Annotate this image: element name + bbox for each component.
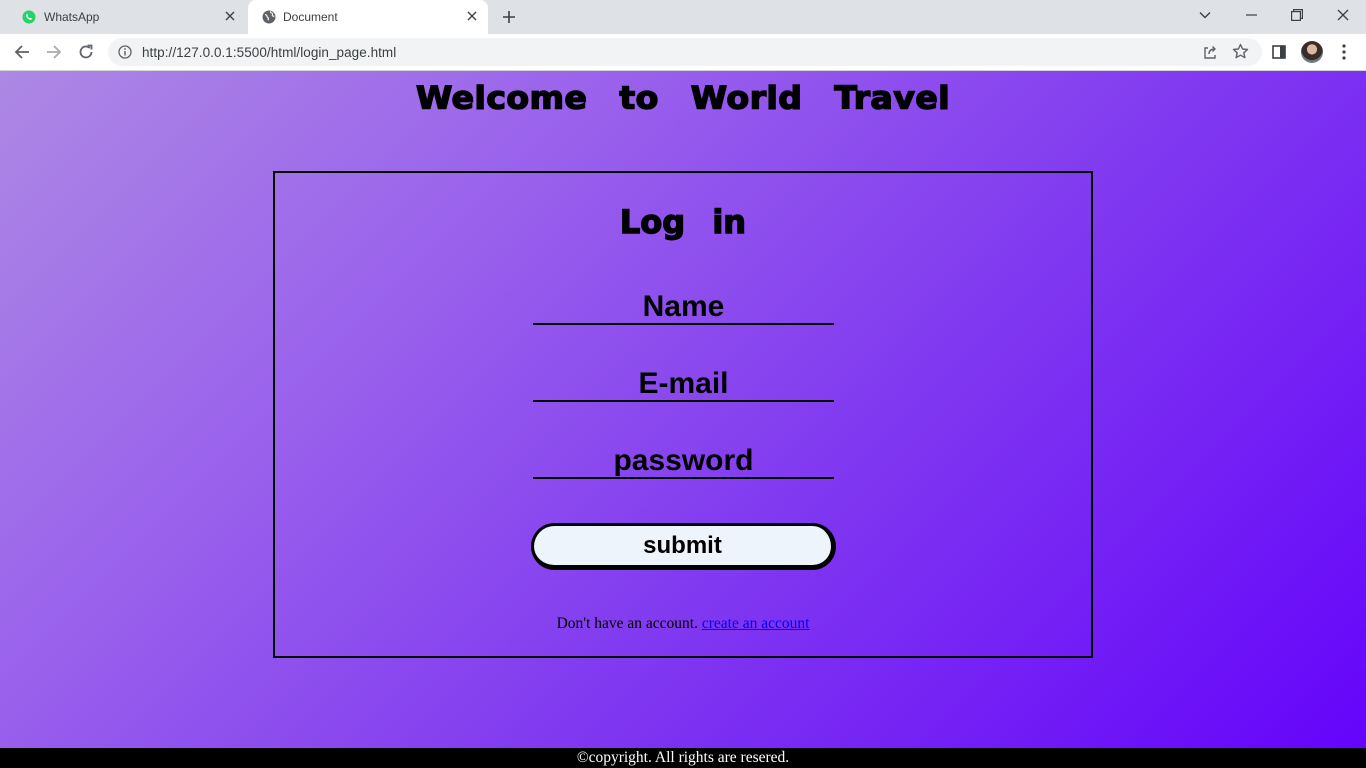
minimize-button[interactable]: [1228, 0, 1274, 30]
tab-title: Document: [283, 10, 338, 24]
tab-whatsapp[interactable]: WhatsApp: [8, 0, 246, 34]
reload-icon: [79, 44, 93, 59]
whatsapp-icon: [22, 10, 36, 24]
close-window-button[interactable]: [1320, 0, 1366, 30]
arrow-left-icon: [14, 45, 29, 59]
browser-toolbar: http://127.0.0.1:5500/html/login_page.ht…: [0, 34, 1366, 71]
forward-button[interactable]: [41, 39, 67, 65]
bookmark-star-icon[interactable]: [1232, 43, 1249, 60]
minimize-icon: [1245, 14, 1257, 16]
page-title: Welcome to World Travel: [415, 78, 951, 117]
close-icon: [1337, 9, 1349, 21]
side-panel-button[interactable]: [1268, 41, 1290, 63]
signup-prompt-text: Don't have an account.: [556, 615, 698, 632]
close-icon[interactable]: [222, 8, 238, 24]
signup-prompt: Don't have an account. create an account: [275, 615, 1091, 633]
info-icon[interactable]: [118, 45, 132, 59]
page-viewport: Welcome to World Travel Log in submit Do…: [0, 71, 1366, 768]
share-icon[interactable]: [1202, 44, 1218, 60]
new-tab-button[interactable]: [498, 6, 520, 28]
restore-button[interactable]: [1274, 0, 1320, 30]
email-input[interactable]: [533, 368, 834, 402]
password-input[interactable]: [533, 445, 834, 479]
reload-button[interactable]: [73, 39, 99, 65]
login-form: Log in submit Don't have an account. cre…: [273, 171, 1093, 658]
back-button[interactable]: [9, 39, 35, 65]
kebab-menu-icon: [1342, 44, 1346, 60]
plus-icon: [503, 11, 515, 23]
tab-strip: WhatsApp Document: [0, 0, 1366, 34]
login-title: Log in: [619, 202, 747, 241]
submit-button[interactable]: submit: [531, 523, 836, 570]
globe-icon: [262, 10, 276, 24]
name-input[interactable]: [533, 291, 834, 325]
tab-search-button[interactable]: [1182, 0, 1228, 30]
footer: ©copyright. All rights are resered.: [0, 748, 1366, 768]
menu-button[interactable]: [1333, 41, 1355, 63]
profile-avatar[interactable]: [1301, 41, 1323, 63]
restore-icon: [1291, 9, 1303, 21]
chevron-down-icon: [1199, 12, 1211, 19]
address-bar[interactable]: http://127.0.0.1:5500/html/login_page.ht…: [108, 38, 1262, 66]
create-account-link[interactable]: create an account: [702, 615, 810, 632]
arrow-right-icon: [47, 45, 62, 59]
close-icon[interactable]: [464, 8, 480, 24]
side-panel-icon: [1272, 45, 1286, 59]
url-text: http://127.0.0.1:5500/html/login_page.ht…: [142, 45, 397, 60]
tab-title: WhatsApp: [44, 10, 100, 24]
tab-document[interactable]: Document: [248, 0, 488, 34]
